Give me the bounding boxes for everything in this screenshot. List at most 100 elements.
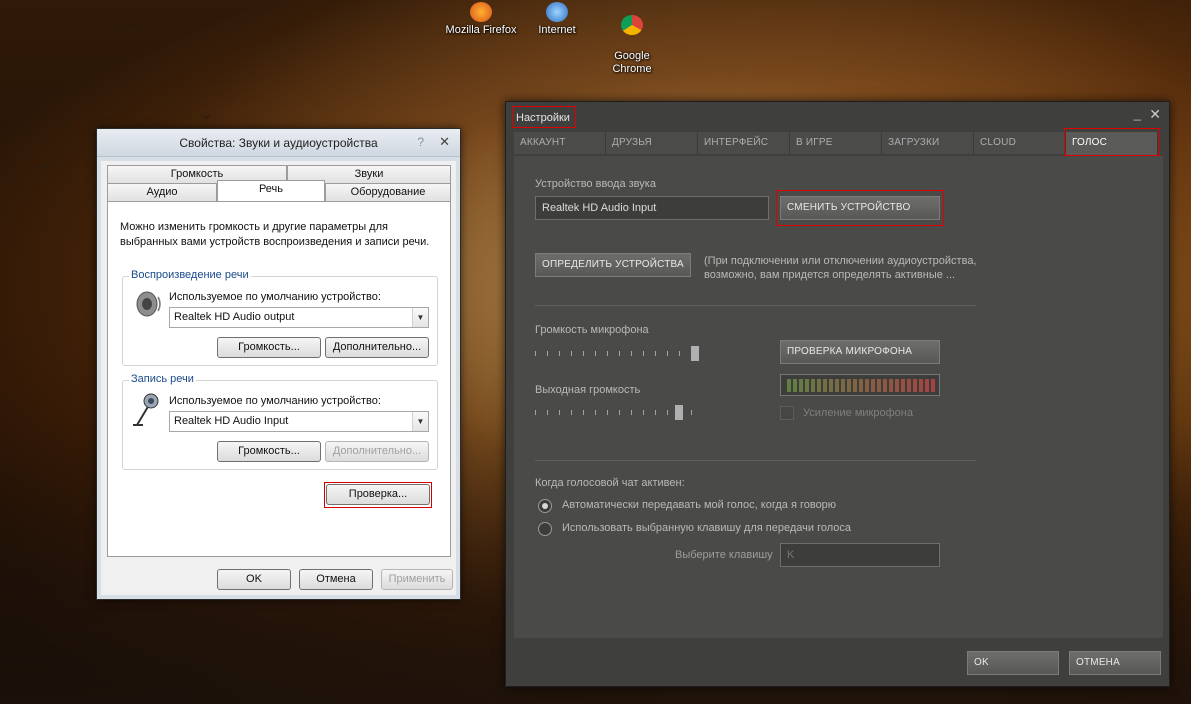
meter-bar (787, 379, 791, 392)
voice-settings-panel: Устройство ввода звука Realtek HD Audio … (514, 156, 1163, 638)
detect-devices-button[interactable]: ОПРЕДЕЛИТЬ УСТРОЙСТВА (535, 253, 691, 277)
tab-audio[interactable]: Аудио (107, 183, 217, 201)
meter-bar (931, 379, 935, 392)
meter-bar (823, 379, 827, 392)
chrome-icon (621, 15, 643, 35)
recording-device-select[interactable]: Realtek HD Audio Input ▼ (169, 411, 429, 432)
slider-tick (607, 351, 608, 356)
slider-tick (595, 351, 596, 356)
meter-bar (895, 379, 899, 392)
mic-volume-slider[interactable] (535, 345, 703, 361)
tab-interface[interactable]: ИНТЕРФЕЙС (698, 132, 790, 154)
speaker-icon (136, 291, 161, 317)
tab-friends[interactable]: ДРУЗЬЯ (606, 132, 698, 154)
bird-silhouette: ⌄ (200, 104, 214, 123)
playback-advanced-button[interactable]: Дополнительно... (325, 337, 429, 358)
tab-account[interactable]: АККАУНТ (514, 132, 606, 154)
test-mic-button[interactable]: ПРОВЕРКА МИКРОФОНА (780, 340, 940, 364)
slider-thumb[interactable] (675, 405, 683, 420)
ok-button[interactable]: OK (217, 569, 291, 590)
meter-bar (793, 379, 797, 392)
meter-bar (805, 379, 809, 392)
close-button[interactable]: ✕ (439, 134, 450, 150)
tab-downloads[interactable]: ЗАГРУЗКИ (882, 132, 974, 154)
cancel-button[interactable]: Отмена (299, 569, 373, 590)
apply-button[interactable]: Применить (381, 569, 453, 590)
meter-bar (847, 379, 851, 392)
recording-group: Запись речи Используемое по умолчанию ус… (122, 373, 438, 470)
auto-transmit-label: Автоматически передавать мой голос, когд… (562, 499, 837, 511)
recording-device-label: Используемое по умолчанию устройство: (169, 395, 381, 407)
choose-key-label: Выберите клавишу (675, 549, 773, 561)
meter-bar (925, 379, 929, 392)
recording-volume-button[interactable]: Громкость... (217, 441, 321, 462)
chevron-down-icon[interactable]: ▼ (412, 308, 428, 327)
slider-tick (655, 351, 656, 356)
highlight-box (512, 106, 576, 128)
ok-button[interactable]: OK (967, 651, 1059, 675)
meter-bar (859, 379, 863, 392)
desktop-icon-label: Google Chrome (612, 50, 652, 75)
slider-tick (583, 351, 584, 356)
slider-tick (583, 410, 584, 415)
playback-volume-button[interactable]: Громкость... (217, 337, 321, 358)
minimize-button[interactable]: _ (1134, 106, 1141, 121)
slider-thumb[interactable] (691, 346, 699, 361)
slider-tick (619, 410, 620, 415)
bird-silhouette: ⌄ (120, 14, 139, 39)
meter-bar (841, 379, 845, 392)
meter-bar (889, 379, 893, 392)
bird-silhouette: ⌄ (36, 150, 53, 174)
slider-tick (559, 351, 560, 356)
slider-tick (667, 351, 668, 356)
tab-cloud[interactable]: CLOUD (974, 132, 1066, 154)
slider-tick (631, 351, 632, 356)
slider-tick (667, 410, 668, 415)
meter-bar (907, 379, 911, 392)
speech-tab-panel: Можно изменить громкость и другие параме… (107, 201, 451, 557)
voice-active-label: Когда голосовой чат активен: (535, 477, 685, 489)
slider-tick (607, 410, 608, 415)
highlight-box (1064, 128, 1160, 156)
desktop-icon-internet[interactable]: Internet (520, 2, 594, 37)
playback-device-select[interactable]: Realtek HD Audio output ▼ (169, 307, 429, 328)
sound-properties-dialog: Свойства: Звуки и аудиоустройства ? ✕ Гр… (96, 128, 461, 600)
chevron-down-icon[interactable]: ▼ (412, 412, 428, 431)
desktop-icon-label: Internet (538, 24, 576, 36)
tab-hardware[interactable]: Оборудование (325, 183, 451, 201)
push-to-talk-radio[interactable] (538, 522, 552, 536)
desktop-icon-label: Mozilla Firefox (445, 24, 517, 36)
slider-tick (535, 410, 536, 415)
playback-device-value: Realtek HD Audio output (174, 311, 295, 323)
auto-transmit-radio[interactable] (538, 499, 552, 513)
tab-speech[interactable]: Речь (217, 180, 325, 201)
steam-settings-window: Настройки _ ✕ АККАУНТ ДРУЗЬЯ ИНТЕРФЕЙС В… (505, 101, 1170, 687)
cancel-button[interactable]: ОТМЕНА (1069, 651, 1161, 675)
output-volume-slider[interactable] (535, 404, 703, 420)
slider-tick (547, 410, 548, 415)
slider-tick (679, 351, 680, 356)
recording-advanced-button[interactable]: Дополнительно... (325, 441, 429, 462)
slider-tick (691, 410, 692, 415)
input-device-field[interactable]: Realtek HD Audio Input (535, 196, 769, 220)
highlight-box (324, 482, 432, 508)
tab-in-game[interactable]: В ИГРЕ (790, 132, 882, 154)
desktop-icon-firefox[interactable]: Mozilla Firefox (444, 2, 518, 37)
push-to-talk-label: Использовать выбранную клавишу для перед… (562, 522, 851, 534)
dialog-body: Громкость Звуки Аудио Речь Оборудование … (101, 161, 456, 595)
dialog-titlebar[interactable]: Свойства: Звуки и аудиоустройства ? ✕ (97, 129, 460, 157)
meter-bar (829, 379, 833, 392)
mic-boost-checkbox[interactable] (780, 406, 794, 420)
playback-group-title: Воспроизведение речи (129, 269, 251, 281)
internet-icon (546, 2, 568, 22)
meter-bar (811, 379, 815, 392)
meter-bar (817, 379, 821, 392)
help-button[interactable]: ? (417, 135, 424, 149)
key-field[interactable]: K (780, 543, 940, 567)
desktop-icon-chrome[interactable]: Google Chrome (595, 2, 669, 76)
playback-group: Воспроизведение речи Используемое по умо… (122, 269, 438, 366)
close-button[interactable]: ✕ (1149, 106, 1161, 123)
slider-tick (655, 410, 656, 415)
meter-bar (913, 379, 917, 392)
mic-boost-label: Усиление микрофона (803, 407, 913, 419)
